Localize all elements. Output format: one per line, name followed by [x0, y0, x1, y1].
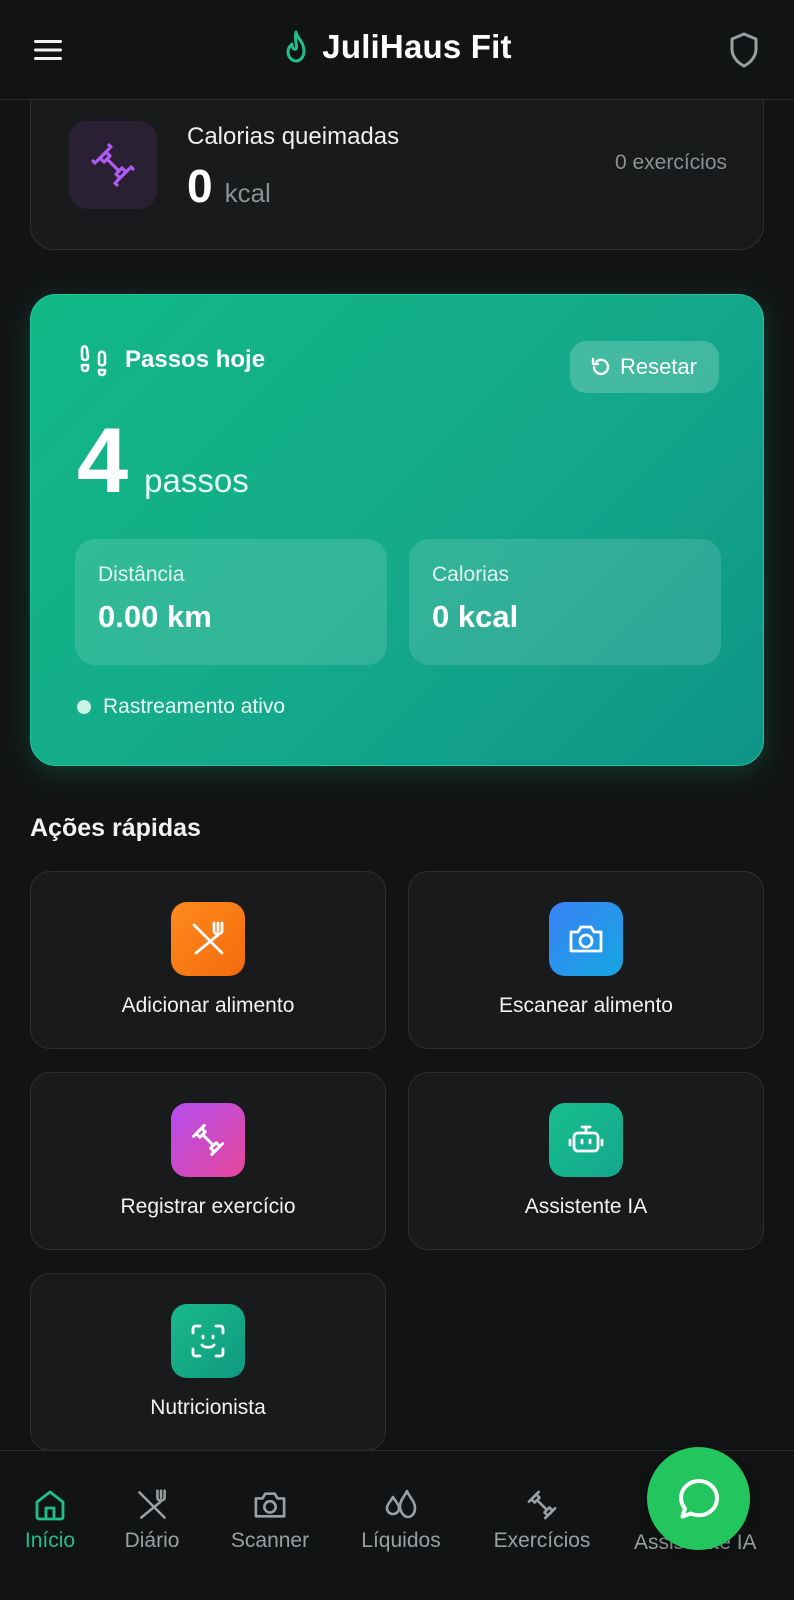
whatsapp-chat-button[interactable]	[647, 1447, 750, 1550]
dumbbell-icon	[91, 143, 135, 187]
tracking-dot	[77, 700, 91, 714]
camera-icon	[254, 1492, 286, 1518]
home-icon	[35, 1490, 65, 1521]
calories-burned-label: Calorias queimadas	[187, 123, 400, 150]
steps-calories-value: 0 kcal	[432, 599, 519, 634]
utensils-crossed-icon	[192, 921, 224, 955]
add-food-icon-box	[171, 902, 245, 976]
quick-actions-title: Ações rápidas	[30, 814, 201, 842]
nutritionist-icon-box	[171, 1304, 245, 1378]
app-title: JuliHaus Fit	[322, 28, 512, 65]
camera-icon	[569, 925, 603, 953]
steps-count-row: 4 passos	[77, 415, 249, 507]
nutritionist-button[interactable]: Nutricionista	[30, 1273, 386, 1451]
nav-label-diary: Diário	[124, 1529, 180, 1552]
add-food-button[interactable]: Adicionar alimento	[30, 871, 386, 1049]
distance-label: Distância	[98, 563, 185, 586]
reset-label: Resetar	[619, 354, 697, 379]
nav-label-liquids: Líquidos	[361, 1529, 441, 1552]
nav-label-home: Início	[24, 1529, 76, 1552]
steps-title: Passos hoje	[125, 346, 266, 373]
scan-food-icon-box	[549, 902, 623, 976]
steps-header: Passos hoje	[77, 343, 265, 377]
burn-icon-box	[69, 121, 157, 209]
log-exercise-icon-box	[171, 1103, 245, 1177]
whatsapp-chat-icon	[678, 1478, 719, 1518]
steps-calories-label: Calorias	[432, 563, 510, 586]
calories-burned-unit: kcal	[224, 178, 271, 208]
nav-label-exercises: Exercícios	[493, 1529, 591, 1552]
steps-unit: passos	[144, 462, 249, 499]
reset-button[interactable]: Resetar	[569, 341, 719, 393]
scan-food-label: Escanear alimento	[499, 994, 673, 1017]
ai-assistant-label: Assistente IA	[524, 1195, 648, 1218]
calories-burned-value-row: 0 kcal	[187, 159, 271, 213]
log-exercise-label: Registrar exercício	[120, 1195, 296, 1218]
steps-card: Passos hoje Resetar 4 passos Distância 0…	[30, 294, 764, 766]
ai-assistant-icon-box	[549, 1103, 623, 1177]
dumbbell-icon	[192, 1124, 225, 1156]
tracking-status: Rastreamento ativo	[77, 695, 285, 719]
calories-burned-value: 0	[187, 160, 213, 212]
dumbbell-icon	[527, 1490, 557, 1520]
ai-assistant-button[interactable]: Assistente IA	[408, 1072, 764, 1250]
steps-count: 4	[77, 410, 129, 512]
log-exercise-button[interactable]: Registrar exercício	[30, 1072, 386, 1250]
footprints-icon	[80, 345, 107, 377]
brand: JuliHaus Fit	[0, 28, 794, 66]
bot-icon	[568, 1125, 604, 1153]
nav-item-liquids[interactable]: Líquidos	[354, 1487, 448, 1553]
shield-button[interactable]	[722, 28, 766, 72]
nav-item-diary[interactable]: Diário	[116, 1487, 188, 1553]
nav-item-home[interactable]: Início	[18, 1487, 82, 1553]
face-scan-icon	[191, 1324, 225, 1358]
nav-item-scanner[interactable]: Scanner	[224, 1487, 316, 1553]
add-food-label: Adicionar alimento	[121, 994, 295, 1017]
distance-value: 0.00 km	[98, 599, 212, 634]
rotate-ccw-icon	[591, 357, 610, 376]
distance-box: Distância 0.00 km	[75, 539, 387, 665]
app-header: JuliHaus Fit	[0, 0, 794, 100]
tracking-status-text: Rastreamento ativo	[103, 695, 286, 718]
nav-label-scanner: Scanner	[230, 1529, 310, 1552]
nutritionist-label: Nutricionista	[150, 1396, 266, 1419]
utensils-crossed-icon	[138, 1489, 166, 1519]
droplets-icon	[385, 1489, 417, 1519]
steps-calories-box: Calorias 0 kcal	[409, 539, 721, 665]
scan-food-button[interactable]: Escanear alimento	[408, 871, 764, 1049]
flame-icon	[286, 30, 306, 63]
exercise-count: 0 exercícios	[614, 151, 727, 174]
nav-item-exercises[interactable]: Exercícios	[486, 1487, 598, 1553]
shield-icon	[730, 32, 758, 68]
